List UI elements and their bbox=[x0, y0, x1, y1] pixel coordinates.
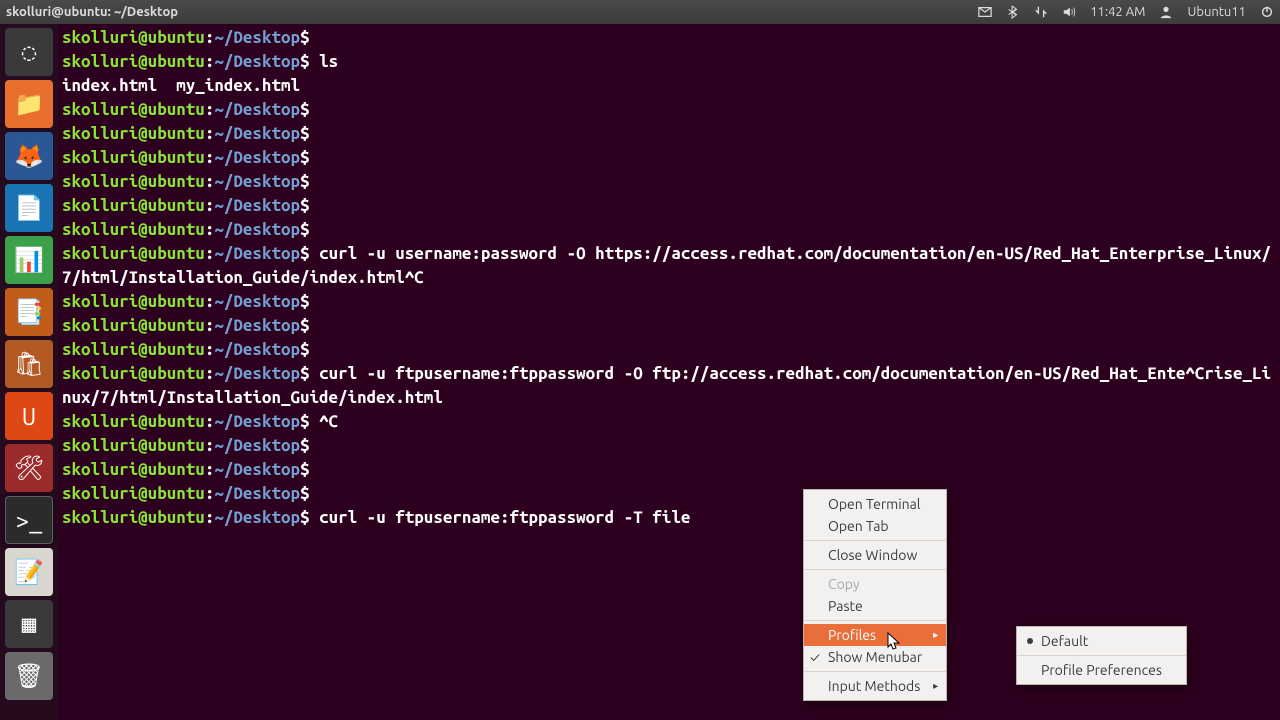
menu-item-input-methods[interactable]: Input Methods▸ bbox=[804, 675, 946, 697]
network-icon[interactable] bbox=[1034, 5, 1048, 19]
bluetooth-icon[interactable] bbox=[1006, 5, 1020, 19]
menu-item-show-menubar[interactable]: Show Menubar✓ bbox=[804, 646, 946, 668]
terminal-output[interactable]: skolluri@ubuntu:~/Desktop$ skolluri@ubun… bbox=[58, 24, 1280, 720]
launcher-dash[interactable]: ◌ bbox=[5, 28, 53, 76]
user-icon[interactable] bbox=[1159, 5, 1173, 19]
launcher-settings[interactable]: 🛠 bbox=[5, 444, 53, 492]
mouse-cursor bbox=[887, 632, 901, 652]
window-title: skolluri@ubuntu: ~/Desktop bbox=[6, 5, 178, 19]
launcher-firefox[interactable]: 🦊 bbox=[5, 132, 53, 180]
menu-item-open-terminal[interactable]: Open Terminal bbox=[804, 493, 946, 515]
menu-item-paste[interactable]: Paste bbox=[804, 595, 946, 617]
clock[interactable]: 11:42 AM bbox=[1090, 5, 1145, 19]
launcher-writer[interactable]: 📄 bbox=[5, 184, 53, 232]
menu-item-default[interactable]: Default bbox=[1017, 630, 1186, 652]
username[interactable]: Ubuntu11 bbox=[1187, 5, 1246, 19]
menu-item-profiles[interactable]: Profiles▸ bbox=[804, 624, 946, 646]
unity-launcher: ◌📁🦊📄📊📑🛍U🛠>_📝▦🗑 bbox=[0, 24, 58, 720]
menu-item-profile-preferences[interactable]: Profile Preferences bbox=[1017, 659, 1186, 681]
launcher-workspace[interactable]: ▦ bbox=[5, 600, 53, 648]
launcher-software-center[interactable]: 🛍 bbox=[5, 340, 53, 388]
launcher-files[interactable]: 📁 bbox=[5, 80, 53, 128]
menu-item-open-tab[interactable]: Open Tab bbox=[804, 515, 946, 537]
launcher-ubuntuone[interactable]: U bbox=[5, 392, 53, 440]
launcher-terminal[interactable]: >_ bbox=[5, 496, 53, 544]
launcher-impress[interactable]: 📑 bbox=[5, 288, 53, 336]
launcher-calc[interactable]: 📊 bbox=[5, 236, 53, 284]
menu-item-close-window[interactable]: Close Window bbox=[804, 544, 946, 566]
profiles-submenu: Default Profile Preferences bbox=[1016, 626, 1187, 685]
mail-icon[interactable] bbox=[978, 5, 992, 19]
power-icon[interactable] bbox=[1260, 5, 1274, 19]
launcher-text-editor[interactable]: 📝 bbox=[5, 548, 53, 596]
top-menubar: skolluri@ubuntu: ~/Desktop 11:42 AM Ubun… bbox=[0, 0, 1280, 24]
menu-item-copy: Copy bbox=[804, 573, 946, 595]
launcher-trash[interactable]: 🗑 bbox=[5, 652, 53, 700]
terminal-context-menu: Open TerminalOpen Tab Close Window CopyPas… bbox=[803, 489, 947, 701]
volume-icon[interactable] bbox=[1062, 5, 1076, 19]
